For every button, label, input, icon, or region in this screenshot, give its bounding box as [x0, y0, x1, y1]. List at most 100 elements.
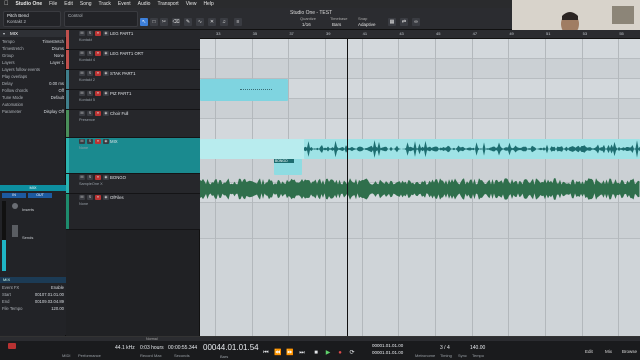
inspector-row[interactable]: Tempo Timestretch: [2, 39, 64, 45]
snap-icon[interactable]: ≡: [234, 18, 242, 26]
rewind-start-icon[interactable]: ⏮: [262, 349, 270, 357]
seconds-value[interactable]: 00:00:55.344: [168, 345, 197, 351]
split-tool-icon[interactable]: ✂: [160, 18, 168, 26]
mute-button[interactable]: M: [79, 51, 85, 56]
track-header[interactable]: M S ● ◉ BONGO SampleOne X: [66, 174, 200, 194]
record-arm-button[interactable]: ●: [95, 91, 101, 96]
menu-file[interactable]: File: [49, 1, 57, 7]
solo-button[interactable]: S: [87, 31, 93, 36]
mute-button[interactable]: M: [79, 91, 85, 96]
track-name[interactable]: OfFiles: [110, 195, 124, 200]
inspector-row[interactable]: Tune Mode Default: [2, 95, 64, 101]
track-header[interactable]: M S ● ◉ LEG PART1 Kontakt: [66, 30, 200, 50]
forward-icon[interactable]: ⏩: [286, 349, 294, 357]
quantize-value[interactable]: 1/16: [302, 22, 311, 27]
event-row-value[interactable]: 120.00: [51, 306, 64, 312]
inspector-row[interactable]: Delay 0.00 ms: [2, 81, 64, 87]
timebase-value[interactable]: Bars: [332, 22, 341, 27]
monitor-button[interactable]: ◉: [103, 111, 109, 116]
track-name[interactable]: MIX: [110, 139, 118, 144]
pan-knob[interactable]: [12, 203, 18, 209]
menu-help[interactable]: Help: [203, 1, 213, 7]
event-row[interactable]: End 00109.03.04.89: [2, 299, 64, 305]
mute-tool-icon[interactable]: ✕: [208, 18, 216, 26]
track-header[interactable]: M S ● ◉ PIZ PART1 Kontakt 5: [66, 90, 200, 110]
event-row[interactable]: Event FX Enable: [2, 285, 64, 291]
monitor-button[interactable]: ◉: [103, 175, 109, 180]
eraser-tool-icon[interactable]: ⌫: [172, 18, 180, 26]
link-icon[interactable]: ∞: [412, 18, 420, 26]
timeline-ruler[interactable]: 33 35 37 39 41 43 45 47 49 51 53 55: [200, 30, 640, 39]
menu-song[interactable]: Song: [80, 1, 92, 7]
play-icon[interactable]: ▶: [324, 349, 332, 357]
track-lane[interactable]: [200, 99, 640, 119]
record-arm-button[interactable]: ●: [95, 111, 101, 116]
monitor-button[interactable]: ◉: [103, 91, 109, 96]
monitor-button[interactable]: ◉: [103, 139, 109, 144]
monitor-button[interactable]: ◉: [103, 71, 109, 76]
event-row-value[interactable]: 00109.03.04.89: [35, 299, 64, 305]
channel-input[interactable]: OUT: [28, 193, 52, 198]
track-name[interactable]: LEG PART1 ORT: [110, 51, 143, 56]
record-arm-button[interactable]: ●: [95, 31, 101, 36]
mix-button[interactable]: Mix: [605, 349, 612, 354]
snap-value[interactable]: Adaptive: [358, 22, 376, 27]
arrange-view[interactable]: BONGO: [200, 39, 640, 336]
inspector-row-value[interactable]: Off: [58, 88, 64, 94]
inspector-row-value[interactable]: None: [54, 53, 64, 59]
track-lane[interactable]: [200, 203, 640, 239]
track-name[interactable]: STAK PART1: [110, 71, 136, 76]
mute-button[interactable]: M: [79, 111, 85, 116]
mute-button[interactable]: M: [79, 139, 85, 144]
solo-button[interactable]: S: [87, 111, 93, 116]
inspector-toggle-icon[interactable]: ▾: [3, 31, 5, 36]
inspector-row[interactable]: Follow chords Off: [2, 88, 64, 94]
inspector-row-value[interactable]: Drums: [52, 46, 64, 52]
listen-tool-icon[interactable]: ♫: [220, 18, 228, 26]
inspector-row[interactable]: Timestretch Drums: [2, 46, 64, 52]
record-icon[interactable]: ●: [336, 349, 344, 357]
mute-button[interactable]: M: [79, 71, 85, 76]
event-row[interactable]: File Tempo 120.00: [2, 306, 64, 312]
playhead[interactable]: [347, 39, 348, 336]
menu-event[interactable]: Event: [118, 1, 131, 7]
audio-clip-mix[interactable]: [304, 139, 640, 159]
loop-icon[interactable]: ⟳: [348, 349, 356, 357]
inspector-row[interactable]: Automation: [2, 102, 64, 108]
loop-start[interactable]: 00001.01.01.00: [372, 343, 403, 348]
monitor-button[interactable]: ◉: [103, 31, 109, 36]
inspector-row-value[interactable]: Timestretch: [42, 39, 64, 45]
bars-value[interactable]: 00044.01.01.54: [203, 343, 259, 352]
track-instrument[interactable]: Kontakt 2: [79, 78, 95, 82]
channel-output[interactable]: IN: [2, 193, 26, 198]
instrument-selector[interactable]: Pitch Bend Kontakt 2: [3, 11, 61, 27]
solo-button[interactable]: S: [87, 51, 93, 56]
volume-fader[interactable]: [12, 225, 18, 237]
record-arm-button[interactable]: ●: [95, 195, 101, 200]
midi-clip-stak[interactable]: [200, 79, 288, 101]
record-arm-button[interactable]: ●: [95, 139, 101, 144]
inspector-row[interactable]: Play overlaps: [2, 74, 64, 80]
browse-button[interactable]: Browse: [622, 349, 637, 354]
pencil-tool-icon[interactable]: ✎: [184, 18, 192, 26]
track-header[interactable]: M S ● ◉ MIX None: [66, 138, 200, 174]
track-name[interactable]: LEG PART1: [110, 31, 133, 36]
audio-clip-bongo[interactable]: BONGO: [274, 159, 302, 175]
track-header[interactable]: M S ● ◉ OfFiles None: [66, 194, 200, 230]
record-arm-button[interactable]: ●: [95, 71, 101, 76]
bend-tool-icon[interactable]: ∿: [196, 18, 204, 26]
stop-icon[interactable]: ■: [312, 349, 320, 357]
solo-button[interactable]: S: [87, 71, 93, 76]
track-instrument[interactable]: Kontakt: [79, 38, 92, 42]
track-name[interactable]: BONGO: [110, 175, 126, 180]
range-tool-icon[interactable]: □: [150, 18, 158, 26]
track-instrument[interactable]: None: [79, 202, 88, 206]
menu-transport[interactable]: Transport: [157, 1, 178, 7]
ripple-icon[interactable]: ⇄: [400, 18, 408, 26]
track-lane[interactable]: [200, 39, 640, 59]
track-instrument[interactable]: Kontakt 5: [79, 98, 95, 102]
record-arm-button[interactable]: ●: [95, 175, 101, 180]
inspector-row[interactable]: Layers Layer 1: [2, 60, 64, 66]
menu-edit[interactable]: Edit: [64, 1, 73, 7]
edit-button[interactable]: Edit: [585, 349, 593, 354]
